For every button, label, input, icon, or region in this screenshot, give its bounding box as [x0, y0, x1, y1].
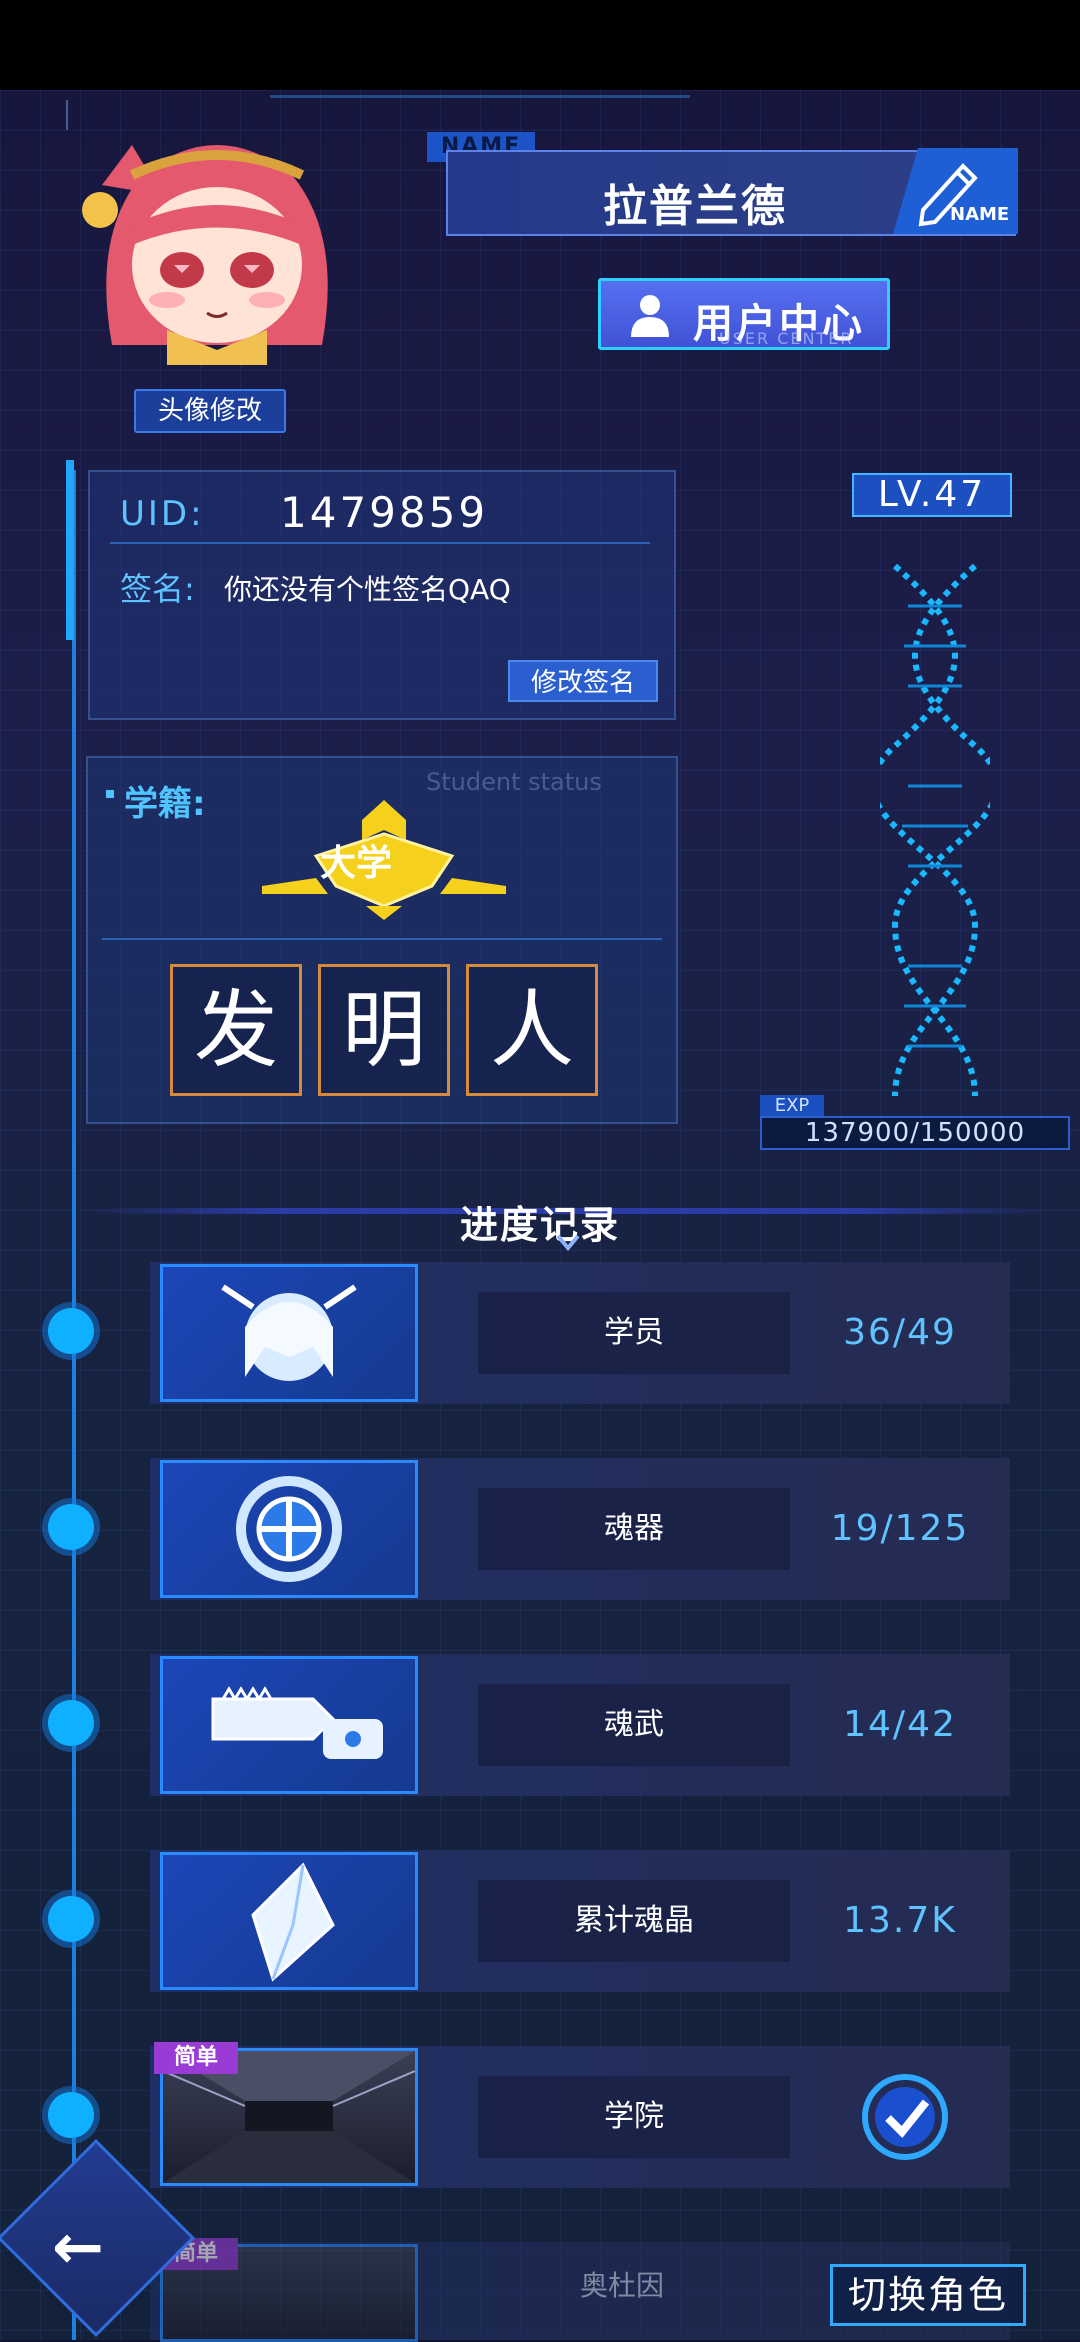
- row-name-box: 魂武: [478, 1684, 790, 1766]
- title-char: 人: [489, 981, 574, 1079]
- row-thumbnail: [160, 1264, 418, 1402]
- level-badge: LV.47: [852, 473, 1012, 517]
- divider: [102, 938, 662, 940]
- user-center-sublabel: USER CENTER: [719, 329, 854, 348]
- uid-value: 1479859: [280, 488, 489, 537]
- user-icon: [631, 295, 669, 337]
- status-dot: [106, 790, 114, 798]
- row-name-box: 学院: [478, 2076, 790, 2158]
- chevron-down-icon: [556, 1234, 580, 1252]
- row-name-box: 魂器: [478, 1488, 790, 1570]
- student-icon: [221, 1284, 357, 1381]
- row-value: 13.7K: [843, 1900, 957, 1941]
- row-value: 36/49: [843, 1312, 957, 1353]
- signature-edit-button[interactable]: 修改签名: [508, 660, 658, 702]
- crystal-icon: [251, 1862, 335, 1982]
- row-name-box: 累计魂晶: [478, 1880, 790, 1962]
- title-char: 明: [341, 981, 426, 1079]
- avatar-edit-button[interactable]: 头像修改: [134, 389, 286, 433]
- row-name: 学院: [604, 2099, 664, 2134]
- uid-label: UID:: [120, 494, 205, 534]
- difficulty-badge: 简单: [154, 2042, 238, 2074]
- progress-row-soul-weapons[interactable]: 魂武 14/42: [48, 1654, 1010, 1796]
- progress-row-students[interactable]: 学员 36/49: [48, 1262, 1010, 1404]
- switch-character-button[interactable]: 切换角色: [830, 2264, 1026, 2326]
- exp-value: 137900/150000: [760, 1116, 1070, 1150]
- name-edit-label: NAME: [950, 204, 1010, 225]
- dna-exp-icon: [880, 563, 990, 1097]
- back-arrow-icon: ←: [52, 2210, 104, 2283]
- chainsaw-icon: [211, 1686, 383, 1759]
- row-value: 19/125: [830, 1508, 970, 1549]
- exp-label: EXP: [760, 1095, 824, 1117]
- timeline-line: [72, 470, 76, 2340]
- divider: [110, 542, 650, 544]
- timeline-node: [48, 2092, 94, 2138]
- title-char: 发: [193, 981, 278, 1079]
- row-name: 奥杜因: [580, 2269, 665, 2302]
- student-status-label: 学籍:: [124, 784, 206, 824]
- status-bar: [0, 0, 1080, 90]
- timeline-node: [48, 1896, 94, 1942]
- progress-row-academy[interactable]: 简单 学院: [48, 2042, 1010, 2188]
- checkmark-icon: [862, 2074, 948, 2160]
- user-center-button[interactable]: 用户中心 USER CENTER: [598, 278, 890, 350]
- signature-value: 你还没有个性签名QAQ: [224, 573, 511, 606]
- row-name-box: 学员: [478, 1292, 790, 1374]
- timeline-node: [48, 1700, 94, 1746]
- rank-badge-text: 大学: [320, 843, 393, 884]
- row-name: 魂武: [604, 1707, 664, 1742]
- row-name: 魂器: [604, 1511, 664, 1546]
- row-thumbnail: [160, 1656, 418, 1794]
- avatar-image: [82, 145, 328, 365]
- name-panel: 拉普兰德 NAME: [446, 148, 1018, 236]
- title-char-box: 明: [318, 964, 450, 1096]
- signature-label: 签名:: [120, 570, 195, 608]
- soul-device-icon: [236, 1476, 342, 1582]
- avatar[interactable]: [62, 95, 372, 365]
- title-char-box: 人: [466, 964, 598, 1096]
- progress-row-soul-devices[interactable]: 魂器 19/125: [48, 1458, 1010, 1600]
- row-thumbnail: [160, 1852, 418, 1990]
- row-name: 累计魂晶: [574, 1903, 694, 1938]
- info-panel: UID: 1479859 签名: 你还没有个性签名QAQ 修改签名: [88, 470, 676, 720]
- timeline-node: [48, 1308, 94, 1354]
- student-status-panel: 学籍: Student status 大学 发 明 人: [86, 756, 678, 1124]
- row-thumbnail: [160, 1460, 418, 1598]
- progress-header: 进度记录: [86, 1194, 1046, 1254]
- progress-row-soul-crystals[interactable]: 累计魂晶 13.7K: [48, 1850, 1010, 1992]
- timeline-accent: [66, 460, 74, 640]
- title-char-box: 发: [170, 964, 302, 1096]
- row-name: 学员: [604, 1315, 664, 1350]
- progress-title: 进度记录: [460, 1203, 621, 1247]
- student-status-en-label: Student status: [426, 768, 602, 796]
- timeline-node: [48, 1504, 94, 1550]
- row-value: 14/42: [843, 1704, 957, 1745]
- player-name: 拉普兰德: [603, 181, 787, 232]
